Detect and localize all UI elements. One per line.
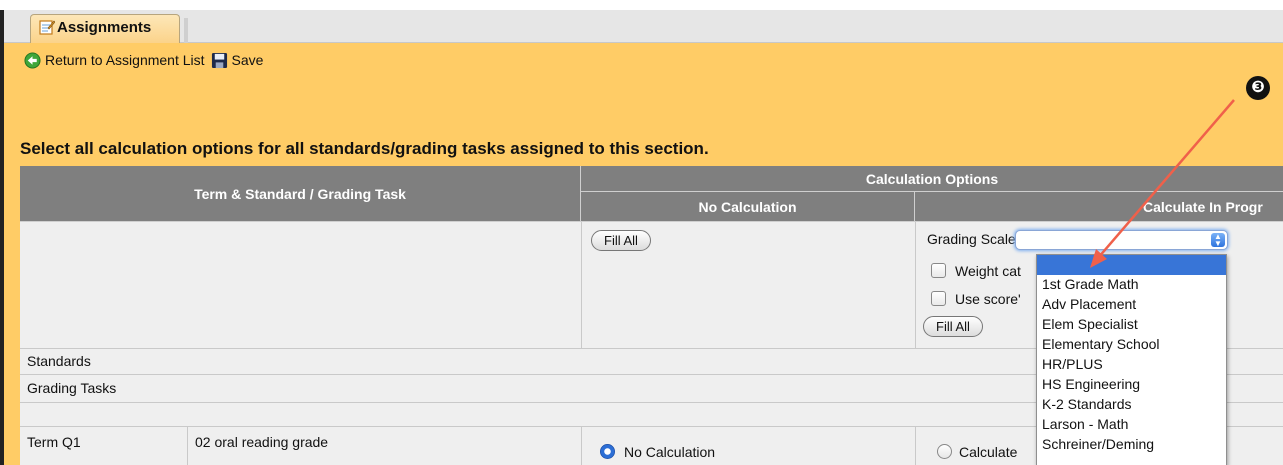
green-back-arrow-icon bbox=[24, 51, 41, 69]
section-label-standards: Standards bbox=[27, 353, 91, 369]
header-term-standard: Term & Standard / Grading Task bbox=[20, 166, 581, 222]
use-scores-checkbox[interactable] bbox=[931, 291, 946, 306]
save-button[interactable]: Save bbox=[211, 52, 264, 69]
weight-categories-checkbox[interactable] bbox=[931, 263, 946, 278]
dropdown-option[interactable]: Adv Placement bbox=[1037, 295, 1226, 315]
toolbar: Return to Assignment List Save bbox=[24, 50, 263, 70]
annotation-arrow bbox=[1090, 99, 1235, 268]
dropdown-option[interactable]: Larson - Math bbox=[1037, 415, 1226, 435]
dropdown-option[interactable]: K-2 Standards bbox=[1037, 395, 1226, 415]
no-calculation-option-label: No Calculation bbox=[624, 444, 716, 460]
return-label: Return to Assignment List bbox=[45, 52, 205, 68]
tab-divider bbox=[184, 18, 188, 43]
notepad-icon bbox=[39, 20, 55, 35]
use-scores-label: Use score' bbox=[955, 291, 1021, 307]
floppy-disk-icon bbox=[211, 52, 227, 68]
return-to-list-link[interactable]: Return to Assignment List bbox=[24, 51, 205, 69]
header-no-calculation: No Calculation bbox=[581, 192, 915, 222]
tab-label: Assignments bbox=[57, 19, 152, 36]
dropdown-option[interactable]: HS Engineering bbox=[1037, 375, 1226, 395]
step-number-badge: ❸ bbox=[1246, 76, 1270, 100]
dropdown-option[interactable]: Elementary School bbox=[1037, 335, 1226, 355]
tab-bar: Assignments bbox=[4, 10, 1283, 43]
dropdown-option[interactable]: Elem Specialist bbox=[1037, 315, 1226, 335]
top-strip bbox=[0, 0, 1283, 10]
term-cell: Term Q1 bbox=[27, 434, 81, 450]
tab-assignments[interactable]: Assignments bbox=[30, 14, 180, 43]
calculate-option-label: Calculate bbox=[959, 444, 1018, 460]
save-label: Save bbox=[231, 52, 264, 68]
weight-categories-label: Weight cat bbox=[955, 263, 1021, 279]
grading-scale-label: Grading Scale: bbox=[927, 231, 1020, 247]
dropdown-option[interactable]: 1st Grade Math bbox=[1037, 275, 1226, 295]
dropdown-option[interactable]: HR/PLUS bbox=[1037, 355, 1226, 375]
calculate-radio[interactable] bbox=[937, 444, 952, 459]
instruction-text: Select all calculation options for all s… bbox=[20, 139, 709, 158]
dropdown-option[interactable]: Schreiner/Deming bbox=[1037, 435, 1226, 455]
fill-all-calculate-button[interactable]: Fill All bbox=[923, 316, 983, 337]
section-label-grading-tasks: Grading Tasks bbox=[27, 380, 117, 396]
no-calculation-radio[interactable] bbox=[600, 444, 615, 459]
task-cell: 02 oral reading grade bbox=[195, 434, 329, 450]
grading-scale-dropdown: 1st Grade Math Adv Placement Elem Specia… bbox=[1036, 254, 1227, 465]
fill-all-no-calculation-button[interactable]: Fill All bbox=[591, 230, 651, 251]
